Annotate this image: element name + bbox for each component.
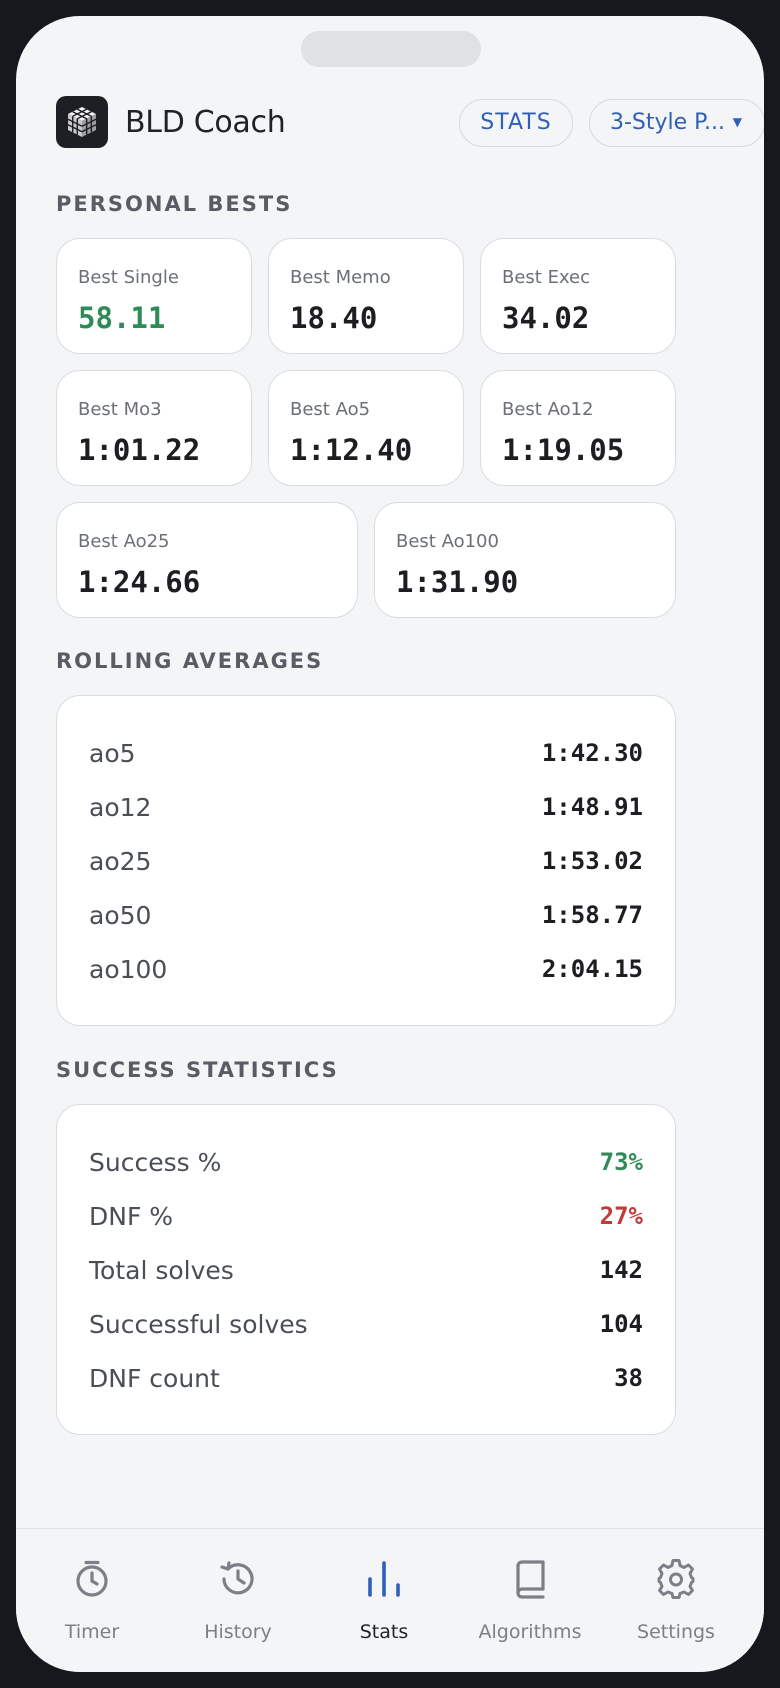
row-value: 73% — [599, 1148, 643, 1176]
tab-label: Stats — [359, 1621, 409, 1643]
pb-label: Best Ao5 — [290, 399, 371, 420]
pb-value: 1:19.05 — [502, 433, 625, 467]
row-value: 1:42.30 — [541, 739, 643, 767]
pb-card-best-exec: Best Exec 34.02 — [480, 238, 676, 354]
list-item: Success % 73% — [89, 1148, 643, 1188]
pb-value: 58.11 — [78, 301, 166, 335]
phone-screen: BLD Coach STATS 3-Style P... ▼ PERSONAL … — [16, 16, 764, 1672]
stats-button[interactable]: STATS — [459, 99, 573, 147]
stopwatch-icon — [76, 1560, 108, 1597]
list-item: DNF % 27% — [89, 1202, 643, 1242]
row-label: DNF % — [89, 1202, 174, 1231]
pb-label: Best Ao100 — [396, 531, 499, 552]
tab-stats[interactable]: Stats — [311, 1529, 457, 1649]
pb-card-best-single: Best Single 58.11 — [56, 238, 252, 354]
pb-card-best-memo: Best Memo 18.40 — [268, 238, 464, 354]
dynamic-island — [301, 31, 481, 67]
app-title: BLD Coach — [125, 105, 286, 140]
pb-card-best-mo3: Best Mo3 1:01.22 — [56, 370, 252, 486]
tab-settings[interactable]: Settings — [603, 1529, 749, 1649]
tab-history[interactable]: History — [165, 1529, 311, 1649]
row-label: ao25 — [89, 847, 152, 876]
pb-card-best-ao100: Best Ao100 1:31.90 — [374, 502, 676, 618]
pb-value: 1:31.90 — [396, 565, 519, 599]
method-selector[interactable]: 3-Style P... ▼ — [589, 99, 764, 147]
pb-card-best-ao12: Best Ao12 1:19.05 — [480, 370, 676, 486]
pb-label: Best Ao12 — [502, 399, 594, 420]
row-value: 1:53.02 — [541, 847, 643, 875]
bar-chart-icon — [368, 1561, 400, 1597]
bottom-tab-bar: Timer History Stats Algorithms Settings — [16, 1528, 764, 1672]
row-value: 1:58.77 — [541, 901, 643, 929]
list-item: ao5 1:42.30 — [89, 739, 643, 779]
row-label: ao5 — [89, 739, 136, 768]
pb-value: 18.40 — [290, 301, 378, 335]
tab-label: Algorithms — [478, 1621, 582, 1643]
list-item: Total solves 142 — [89, 1256, 643, 1296]
pb-label: Best Exec — [502, 267, 591, 288]
history-icon — [220, 1561, 254, 1595]
row-value: 1:48.91 — [541, 793, 643, 821]
row-label: ao12 — [89, 793, 152, 822]
success-statistics-card: Success % 73% DNF % 27% Total solves 142… — [56, 1104, 676, 1435]
gear-icon — [657, 1559, 695, 1599]
list-item: ao25 1:53.02 — [89, 847, 643, 887]
pb-value: 1:12.40 — [290, 433, 413, 467]
row-label: ao50 — [89, 901, 152, 930]
row-value: 27% — [599, 1202, 643, 1230]
tab-algorithms[interactable]: Algorithms — [457, 1529, 603, 1649]
rolling-averages-card: ao5 1:42.30 ao12 1:48.91 ao25 1:53.02 ao… — [56, 695, 676, 1026]
rolling-averages-heading: ROLLING AVERAGES — [56, 649, 324, 673]
list-item: Successful solves 104 — [89, 1310, 643, 1350]
row-label: Total solves — [89, 1256, 234, 1285]
app-header: BLD Coach STATS 3-Style P... ▼ — [56, 96, 764, 150]
pb-label: Best Memo — [290, 267, 391, 288]
row-value: 38 — [614, 1364, 643, 1392]
tab-label: History — [204, 1621, 272, 1643]
row-value: 142 — [599, 1256, 643, 1284]
list-item: ao100 2:04.15 — [89, 955, 643, 995]
tab-timer[interactable]: Timer — [19, 1529, 165, 1649]
row-label: DNF count — [89, 1364, 220, 1393]
list-item: DNF count 38 — [89, 1364, 643, 1404]
pb-card-best-ao5: Best Ao5 1:12.40 — [268, 370, 464, 486]
row-label: Success % — [89, 1148, 222, 1177]
book-icon — [516, 1560, 545, 1599]
cube-logo-icon — [56, 96, 108, 148]
row-value: 2:04.15 — [541, 955, 643, 983]
caret-down-icon: ▼ — [732, 115, 742, 129]
success-statistics-heading: SUCCESS STATISTICS — [56, 1058, 339, 1082]
pb-value: 34.02 — [502, 301, 590, 335]
list-item: ao50 1:58.77 — [89, 901, 643, 941]
tab-label: Settings — [637, 1621, 715, 1643]
method-selector-label: 3-Style P... — [610, 110, 726, 135]
pb-label: Best Mo3 — [78, 399, 162, 420]
pb-label: Best Single — [78, 267, 179, 288]
row-value: 104 — [599, 1310, 643, 1338]
pb-value: 1:01.22 — [78, 433, 201, 467]
row-label: Successful solves — [89, 1310, 308, 1339]
row-label: ao100 — [89, 955, 168, 984]
pb-value: 1:24.66 — [78, 565, 201, 599]
pb-label: Best Ao25 — [78, 531, 170, 552]
tab-label: Timer — [64, 1621, 120, 1643]
pb-card-best-ao25: Best Ao25 1:24.66 — [56, 502, 358, 618]
personal-bests-heading: PERSONAL BESTS — [56, 192, 293, 216]
list-item: ao12 1:48.91 — [89, 793, 643, 833]
